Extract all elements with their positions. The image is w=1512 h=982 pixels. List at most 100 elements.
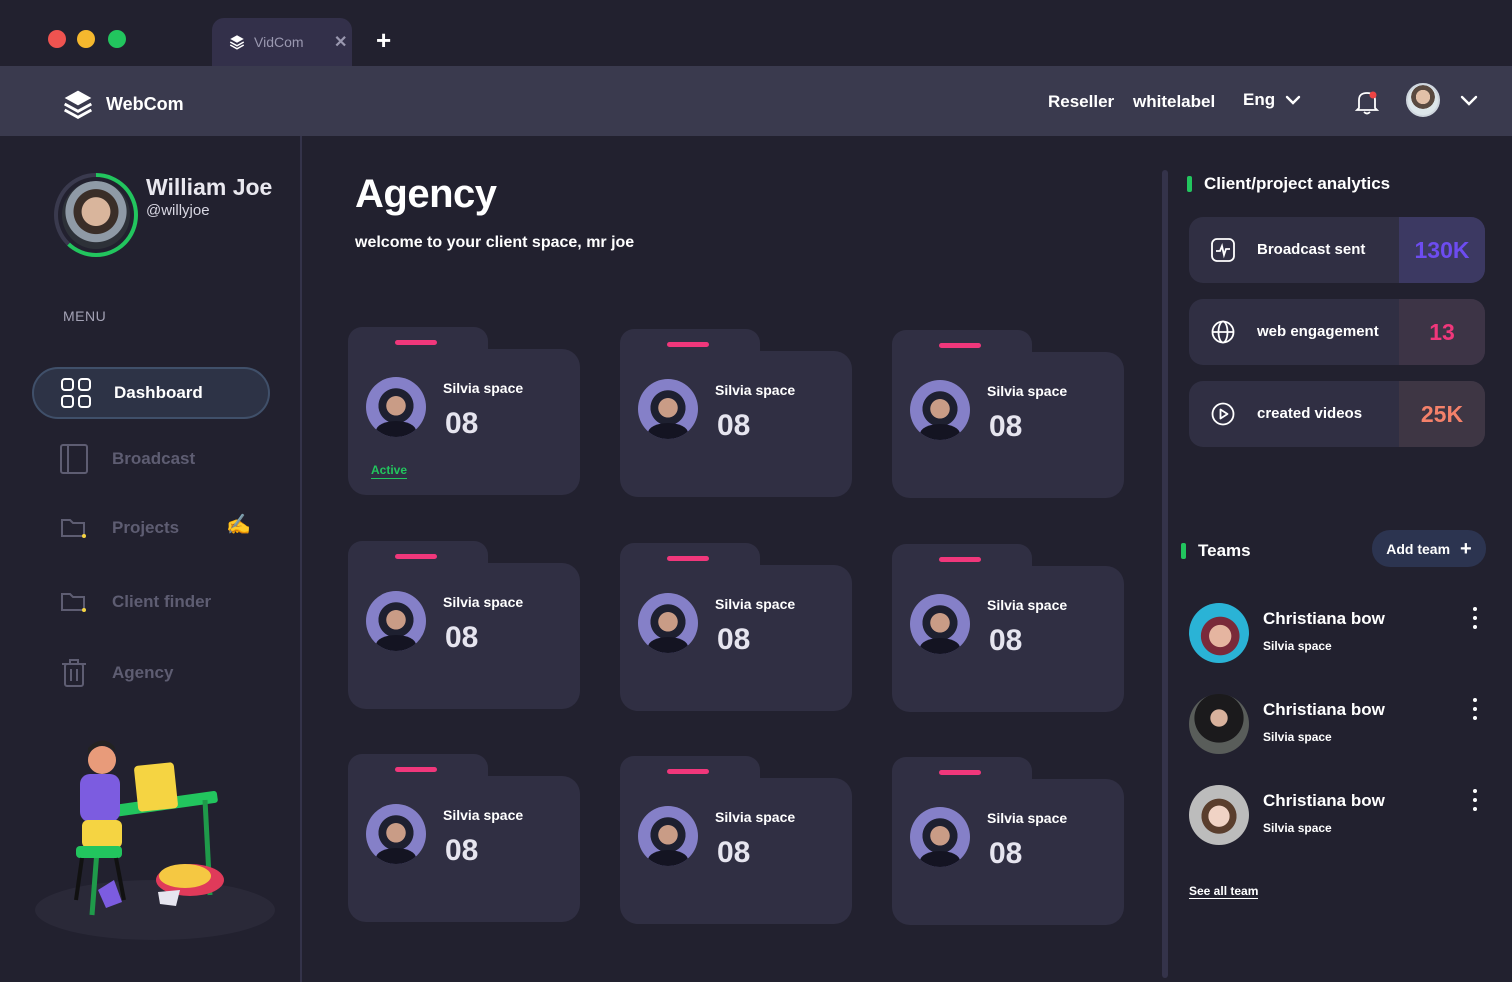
sidebar-item-agency[interactable]: Agency [32,647,270,699]
more-options-icon[interactable] [1469,607,1481,629]
client-space-card[interactable]: Silvia space 08 Active [348,327,580,497]
card-marker [939,557,981,562]
tab-label: VidCom [254,34,304,50]
stat-label: created videos [1257,405,1363,422]
card-marker [395,340,437,345]
card-name: Silvia space [443,594,524,610]
team-member[interactable]: Christiana bow Silvia space [1189,694,1489,756]
card-marker [395,554,437,559]
nav-link-whitelabel[interactable]: whitelabel [1133,92,1215,112]
card-count: 08 [717,836,751,869]
card-marker [395,767,437,772]
analytics-title: Client/project analytics [1204,174,1391,193]
card-name: Silvia space [715,596,796,612]
maximize-window-button[interactable] [108,30,126,48]
card-count: 08 [989,410,1023,443]
stat-value: 130K [1399,217,1485,283]
client-avatar [366,377,426,437]
brand-logo[interactable]: WebCom [62,88,184,120]
profile-handle: @willyjoe [146,202,210,219]
client-space-card[interactable]: Silvia space 08 [892,330,1124,500]
stat-value: 13 [1399,299,1485,365]
member-avatar [1189,694,1249,754]
member-name: Christiana bow [1263,791,1385,810]
layers-icon [229,35,245,50]
client-space-card[interactable]: Silvia space 08 [620,543,852,713]
stat-label: Broadcast sent [1257,241,1366,258]
user-avatar[interactable] [1406,83,1440,117]
page-title: Agency [355,172,497,216]
card-marker [939,770,981,775]
close-window-button[interactable] [48,30,66,48]
sidebar-item-label: Projects [112,518,180,537]
client-space-card[interactable]: Silvia space 08 [892,757,1124,927]
card-count: 08 [717,623,751,656]
card-marker [939,343,981,348]
more-options-icon[interactable] [1469,698,1481,720]
sidebar-item-label: Dashboard [114,383,203,402]
teams-heading: Teams [1181,541,1251,561]
account-chevron-down-icon[interactable] [1460,94,1478,108]
profile-name: William Joe [146,174,273,200]
menu-heading: MENU [63,308,107,324]
card-count: 08 [717,409,751,442]
see-all-team-link[interactable]: See all team [1189,884,1259,899]
client-space-card[interactable]: Silvia space 08 [348,754,580,924]
status-badge[interactable]: Active [371,463,408,479]
client-avatar [366,804,426,864]
stat-card-broadcast[interactable]: Broadcast sent 130K [1189,217,1485,283]
more-options-icon[interactable] [1469,789,1481,811]
client-avatar [910,807,970,867]
card-name: Silvia space [443,380,524,396]
right-panel-divider [1162,170,1168,978]
card-name: Silvia space [715,382,796,398]
stat-value: 25K [1399,381,1485,447]
card-name: Silvia space [987,597,1068,613]
client-space-card[interactable]: Silvia space 08 [892,544,1124,714]
profile-avatar[interactable] [54,173,138,257]
activity-icon [1211,238,1235,262]
card-count: 08 [445,834,479,867]
member-space: Silvia space [1263,821,1332,835]
team-member[interactable]: Christiana bow Silvia space [1189,603,1489,665]
sidebar-item-dashboard[interactable]: Dashboard [32,367,270,419]
client-space-card[interactable]: Silvia space 08 [620,756,852,926]
add-team-button[interactable]: Add team + [1372,530,1486,567]
book-icon [60,444,88,474]
sidebar-item-client-finder[interactable]: Client finder [32,576,270,628]
member-avatar [1189,785,1249,845]
new-tab-button[interactable]: + [376,26,391,54]
stat-card-videos[interactable]: created videos 25K [1189,381,1485,447]
bell-icon[interactable] [1354,88,1380,116]
grid-icon [61,378,91,408]
chevron-down-icon [1285,95,1301,105]
minimize-window-button[interactable] [77,30,95,48]
plus-icon: + [1460,537,1472,560]
card-name: Silvia space [443,807,524,823]
sidebar-divider [300,136,302,982]
member-name: Christiana bow [1263,609,1385,628]
sidebar-item-label: Broadcast [112,449,196,468]
client-avatar [638,379,698,439]
card-name: Silvia space [987,810,1068,826]
language-selector[interactable]: Eng [1243,90,1301,110]
add-team-label: Add team [1386,540,1451,557]
browser-tab[interactable]: VidCom ✕ [212,18,352,66]
sidebar-item-broadcast[interactable]: Broadcast [32,433,270,485]
card-count: 08 [445,621,479,654]
layers-logo-icon [63,90,93,120]
tab-close-icon[interactable]: ✕ [334,32,347,52]
folder-icon [61,593,86,612]
card-marker [667,556,709,561]
nav-link-reseller[interactable]: Reseller [1048,92,1114,112]
trash-icon [62,659,86,687]
card-name: Silvia space [715,809,796,825]
workspace-illustration [35,740,275,940]
profile-photo [62,181,130,249]
card-count: 08 [989,624,1023,657]
stat-card-engagement[interactable]: web engagement 13 [1189,299,1485,365]
client-space-card[interactable]: Silvia space 08 [620,329,852,499]
window-titlebar: VidCom ✕ + [0,0,1512,66]
team-member[interactable]: Christiana bow Silvia space [1189,785,1489,847]
client-space-card[interactable]: Silvia space 08 [348,541,580,711]
